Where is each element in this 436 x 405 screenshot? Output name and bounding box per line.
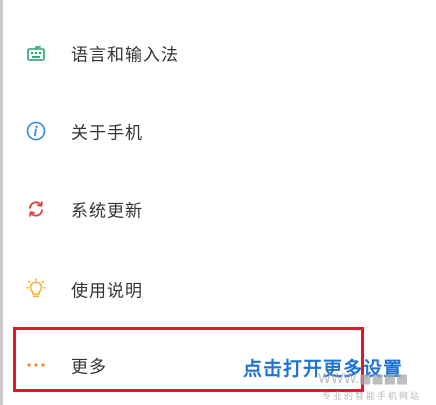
- settings-item-label: 使用说明: [71, 281, 143, 302]
- settings-screen: 语言和输入法 关于手机 系统更新 使用说明 更多 点击打开更多设置 WWW.■■…: [0, 0, 436, 405]
- settings-item-update[interactable]: 系统更新: [3, 170, 436, 248]
- info-icon: [25, 120, 47, 142]
- settings-item-label: 语言和输入法: [71, 45, 179, 66]
- settings-item-about[interactable]: 关于手机: [3, 92, 436, 170]
- keyboard-icon: [25, 42, 47, 64]
- settings-item-manual[interactable]: 使用说明: [3, 250, 436, 328]
- settings-item-label: 系统更新: [71, 201, 143, 222]
- lightbulb-icon: [25, 278, 47, 300]
- settings-item-label: 关于手机: [71, 123, 143, 144]
- watermark-logo: WWW.■■■■: [318, 372, 409, 387]
- settings-item-language[interactable]: 语言和输入法: [3, 14, 436, 92]
- watermark-subtitle: 专业的智能手机网站: [322, 392, 422, 402]
- refresh-icon: [25, 198, 47, 220]
